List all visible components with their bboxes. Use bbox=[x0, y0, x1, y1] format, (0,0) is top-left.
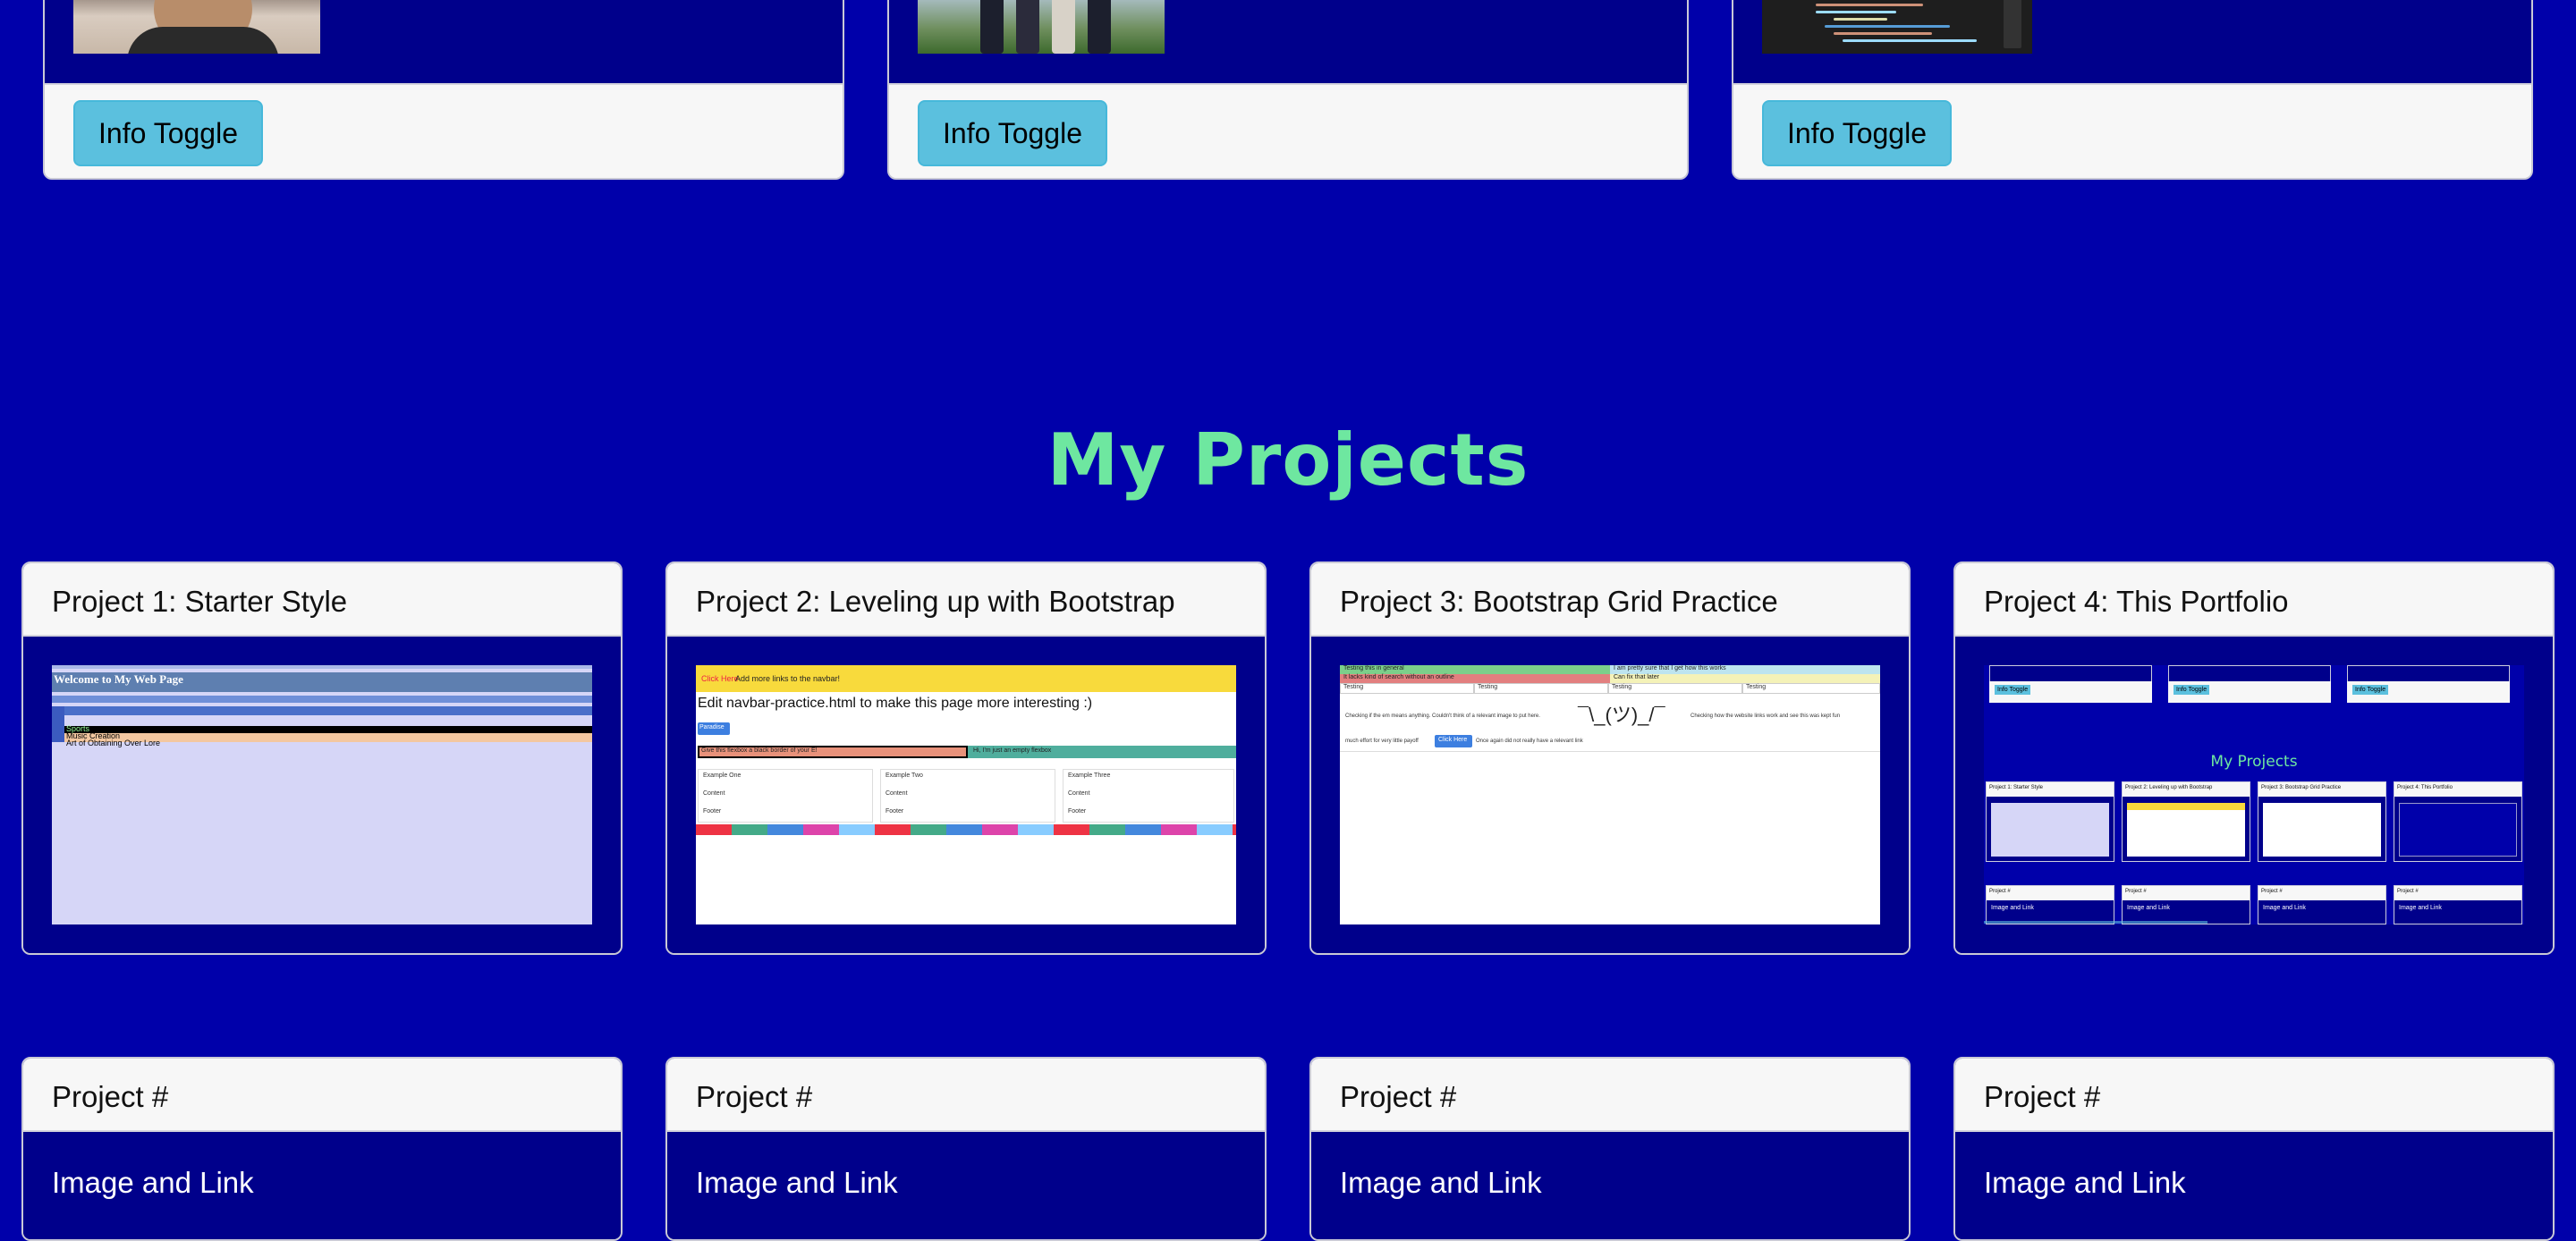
placeholder-project-card[interactable]: Project # Image and Link bbox=[665, 1057, 1267, 1241]
info-toggle-button[interactable]: Info Toggle bbox=[1762, 100, 1952, 166]
thumb2-nav-text: Add more links to the navbar! bbox=[735, 674, 841, 683]
project-4-screenshot[interactable]: Info Toggle Info Toggle Info Toggle My P… bbox=[1984, 665, 2524, 924]
code-screenshot bbox=[1762, 0, 2032, 54]
thumb4-card: Project 3: Bootstrap Grid Practice bbox=[2258, 782, 2385, 797]
thumb4-info-toggle: Info Toggle bbox=[1995, 685, 2031, 695]
thumb3-testing: Testing bbox=[1478, 684, 1498, 690]
about-card-footer: Info Toggle bbox=[45, 83, 843, 178]
thumb2-cell: Footer bbox=[1068, 808, 1087, 815]
thumb2-headline: Edit navbar-practice.html to make this p… bbox=[698, 696, 1093, 711]
about-card-footer: Info Toggle bbox=[889, 83, 1687, 178]
thumb4-placeholder-body: Image and Link bbox=[2263, 905, 2306, 911]
thumb4-placeholder: Project # bbox=[2394, 886, 2521, 900]
thumb4-card: Project 2: Leveling up with Bootstrap bbox=[2123, 782, 2250, 797]
about-card-2: Info Toggle bbox=[887, 0, 1689, 180]
placeholder-project-card[interactable]: Project # Image and Link bbox=[1953, 1057, 2555, 1241]
thumb4-card: Project 1: Starter Style bbox=[1987, 782, 2114, 797]
project-card-2[interactable]: Project 2: Leveling up with Bootstrap Cl… bbox=[665, 561, 1267, 955]
project-card-title: Project # bbox=[1311, 1059, 1909, 1132]
info-toggle-button[interactable]: Info Toggle bbox=[73, 100, 263, 166]
thumb4-placeholder-body: Image and Link bbox=[2399, 905, 2442, 911]
thumb2-cell: Footer bbox=[703, 808, 722, 815]
group-photo bbox=[918, 0, 1165, 54]
thumb3-para: Once again did not really have a relevan… bbox=[1476, 739, 1583, 744]
about-card-body bbox=[1733, 0, 2531, 83]
info-toggle-button[interactable]: Info Toggle bbox=[918, 100, 1107, 166]
thumb3-testing: Testing bbox=[1343, 684, 1364, 690]
thumb3-para: Checking how the website links work and … bbox=[1690, 713, 1841, 719]
project-card-title: Project 1: Starter Style bbox=[23, 563, 621, 637]
project-card-body: Click Here Add more links to the navbar!… bbox=[667, 637, 1265, 953]
thumb3-row2-right: Can fix that later bbox=[1614, 674, 1659, 680]
project-card-1[interactable]: Project 1: Starter Style Welcome to My W… bbox=[21, 561, 623, 955]
thumb2-col: Example Three bbox=[1068, 772, 1111, 779]
thumb2-cell: Footer bbox=[886, 808, 904, 815]
project-card-title: Project 2: Leveling up with Bootstrap bbox=[667, 563, 1265, 637]
thumb2-flexbox-left: Give this flexbox a black border of your… bbox=[701, 747, 818, 754]
image-and-link[interactable]: Image and Link bbox=[1984, 1166, 2186, 1200]
project-card-4[interactable]: Project 4: This Portfolio Info Toggle In… bbox=[1953, 561, 2555, 955]
about-card-footer: Info Toggle bbox=[1733, 83, 2531, 178]
project-card-body: Image and Link bbox=[23, 1132, 621, 1239]
thumb4-title: My Projects bbox=[2210, 753, 2298, 771]
thumb3-para: much effort for very little payoff bbox=[1345, 739, 1419, 744]
thumb4-placeholder: Project # bbox=[2123, 886, 2250, 900]
thumb3-button: Click Here bbox=[1438, 737, 1468, 743]
project-1-screenshot[interactable]: Welcome to My Web Page Sports Music Crea… bbox=[52, 665, 592, 924]
thumb3-row2-left: It lacks kind of search without an outli… bbox=[1343, 674, 1454, 680]
project-card-body: Image and Link bbox=[667, 1132, 1265, 1239]
project-card-body: Image and Link bbox=[1955, 1132, 2553, 1239]
thumb3-testing: Testing bbox=[1746, 684, 1767, 690]
thumb2-button: Paradise bbox=[699, 724, 724, 730]
project-card-3[interactable]: Project 3: Bootstrap Grid Practice Testi… bbox=[1309, 561, 1911, 955]
thumb4-info-toggle: Info Toggle bbox=[2174, 685, 2210, 695]
project-card-title: Project # bbox=[1955, 1059, 2553, 1132]
thumb3-row1-left: Testing this in general bbox=[1343, 665, 1404, 671]
thumb3-para: Checking if the em means anything. Could… bbox=[1345, 713, 1540, 719]
about-card-body bbox=[889, 0, 1687, 83]
image-and-link[interactable]: Image and Link bbox=[52, 1166, 254, 1200]
profile-photo bbox=[73, 0, 320, 54]
thumb2-flexbox-right: Hi, I'm just an empty flexbox bbox=[973, 747, 1052, 754]
thumb3-row1-right: I am pretty sure that I get how this wor… bbox=[1614, 665, 1726, 671]
thumb4-card: Project 4: This Portfolio bbox=[2394, 782, 2521, 797]
project-3-screenshot[interactable]: Testing this in general I am pretty sure… bbox=[1340, 665, 1880, 924]
thumb2-cell: Content bbox=[1068, 790, 1090, 797]
image-and-link[interactable]: Image and Link bbox=[696, 1166, 898, 1200]
thumb4-placeholder-body: Image and Link bbox=[1991, 905, 2034, 911]
thumb3-testing: Testing bbox=[1612, 684, 1632, 690]
thumb3-shrug: ¯\_(ツ)_/¯ bbox=[1578, 704, 1665, 726]
placeholder-project-card[interactable]: Project # Image and Link bbox=[21, 1057, 623, 1241]
project-card-body: Welcome to My Web Page Sports Music Crea… bbox=[23, 637, 621, 953]
about-card-1: Info Toggle bbox=[43, 0, 844, 180]
thumb1-line: Art of Obtaining Over Lore bbox=[66, 739, 161, 747]
thumb4-placeholder-body: Image and Link bbox=[2127, 905, 2170, 911]
about-card-body bbox=[45, 0, 843, 83]
thumb4-placeholder: Project # bbox=[1987, 886, 2114, 900]
thumb2-col: Example One bbox=[703, 772, 741, 779]
placeholder-project-card[interactable]: Project # Image and Link bbox=[1309, 1057, 1911, 1241]
project-card-body: Image and Link bbox=[1311, 1132, 1909, 1239]
project-card-title: Project 3: Bootstrap Grid Practice bbox=[1311, 563, 1909, 637]
project-card-body: Info Toggle Info Toggle Info Toggle My P… bbox=[1955, 637, 2553, 953]
thumb4-placeholder: Project # bbox=[2258, 886, 2385, 900]
thumb2-cell: Content bbox=[886, 790, 908, 797]
thumb2-nav-link: Click Here bbox=[701, 674, 739, 683]
image-and-link[interactable]: Image and Link bbox=[1340, 1166, 1542, 1200]
section-title: My Projects bbox=[1046, 418, 1530, 502]
thumb4-info-toggle: Info Toggle bbox=[2352, 685, 2389, 695]
project-card-title: Project # bbox=[667, 1059, 1265, 1132]
thumb1-heading: Welcome to My Web Page bbox=[54, 672, 183, 686]
project-2-screenshot[interactable]: Click Here Add more links to the navbar!… bbox=[696, 665, 1236, 924]
thumb2-col: Example Two bbox=[886, 772, 923, 779]
project-card-body: Testing this in general I am pretty sure… bbox=[1311, 637, 1909, 953]
thumb2-cell: Content bbox=[703, 790, 725, 797]
about-card-3: Info Toggle bbox=[1732, 0, 2533, 180]
project-card-title: Project 4: This Portfolio bbox=[1955, 563, 2553, 637]
project-card-title: Project # bbox=[23, 1059, 621, 1132]
